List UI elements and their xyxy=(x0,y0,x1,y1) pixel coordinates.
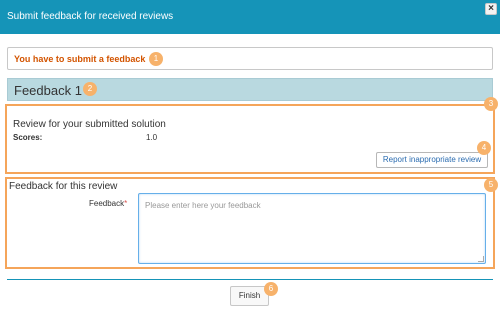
required-mark: * xyxy=(124,199,128,208)
feedback-section-title: Feedback for this review xyxy=(9,181,118,192)
alert-box: You have to submit a feedback xyxy=(7,47,493,70)
dialog-titlebar: Submit feedback for received reviews × xyxy=(0,0,500,34)
footer-divider xyxy=(7,279,493,280)
feedback-header: Feedback 1 xyxy=(7,78,493,101)
resize-grip-icon[interactable] xyxy=(478,256,484,262)
review-panel: Review for your submitted solution Score… xyxy=(5,104,495,174)
step-marker-2: 2 xyxy=(83,82,97,96)
feedback-panel: Feedback for this review Feedback* xyxy=(5,177,495,269)
step-marker-6: 6 xyxy=(264,282,278,296)
dialog-title: Submit feedback for received reviews xyxy=(7,11,174,22)
step-marker-4: 4 xyxy=(477,141,491,155)
feedback-field-label: Feedback* xyxy=(89,199,127,208)
step-marker-5: 5 xyxy=(484,178,498,192)
feedback-header-title: Feedback 1 xyxy=(14,83,82,98)
step-marker-1: 1 xyxy=(149,52,163,66)
step-marker-3: 3 xyxy=(484,97,498,111)
feedback-label-text: Feedback xyxy=(89,199,125,208)
scores-value: 1.0 xyxy=(146,133,158,142)
alert-message: You have to submit a feedback xyxy=(14,54,146,64)
feedback-textarea[interactable] xyxy=(138,193,486,264)
close-icon[interactable]: × xyxy=(485,3,497,15)
report-review-button[interactable]: Report inappropriate review xyxy=(376,152,488,168)
review-title: Review for your submitted solution xyxy=(13,119,166,130)
scores-label: Scores: xyxy=(13,133,43,142)
